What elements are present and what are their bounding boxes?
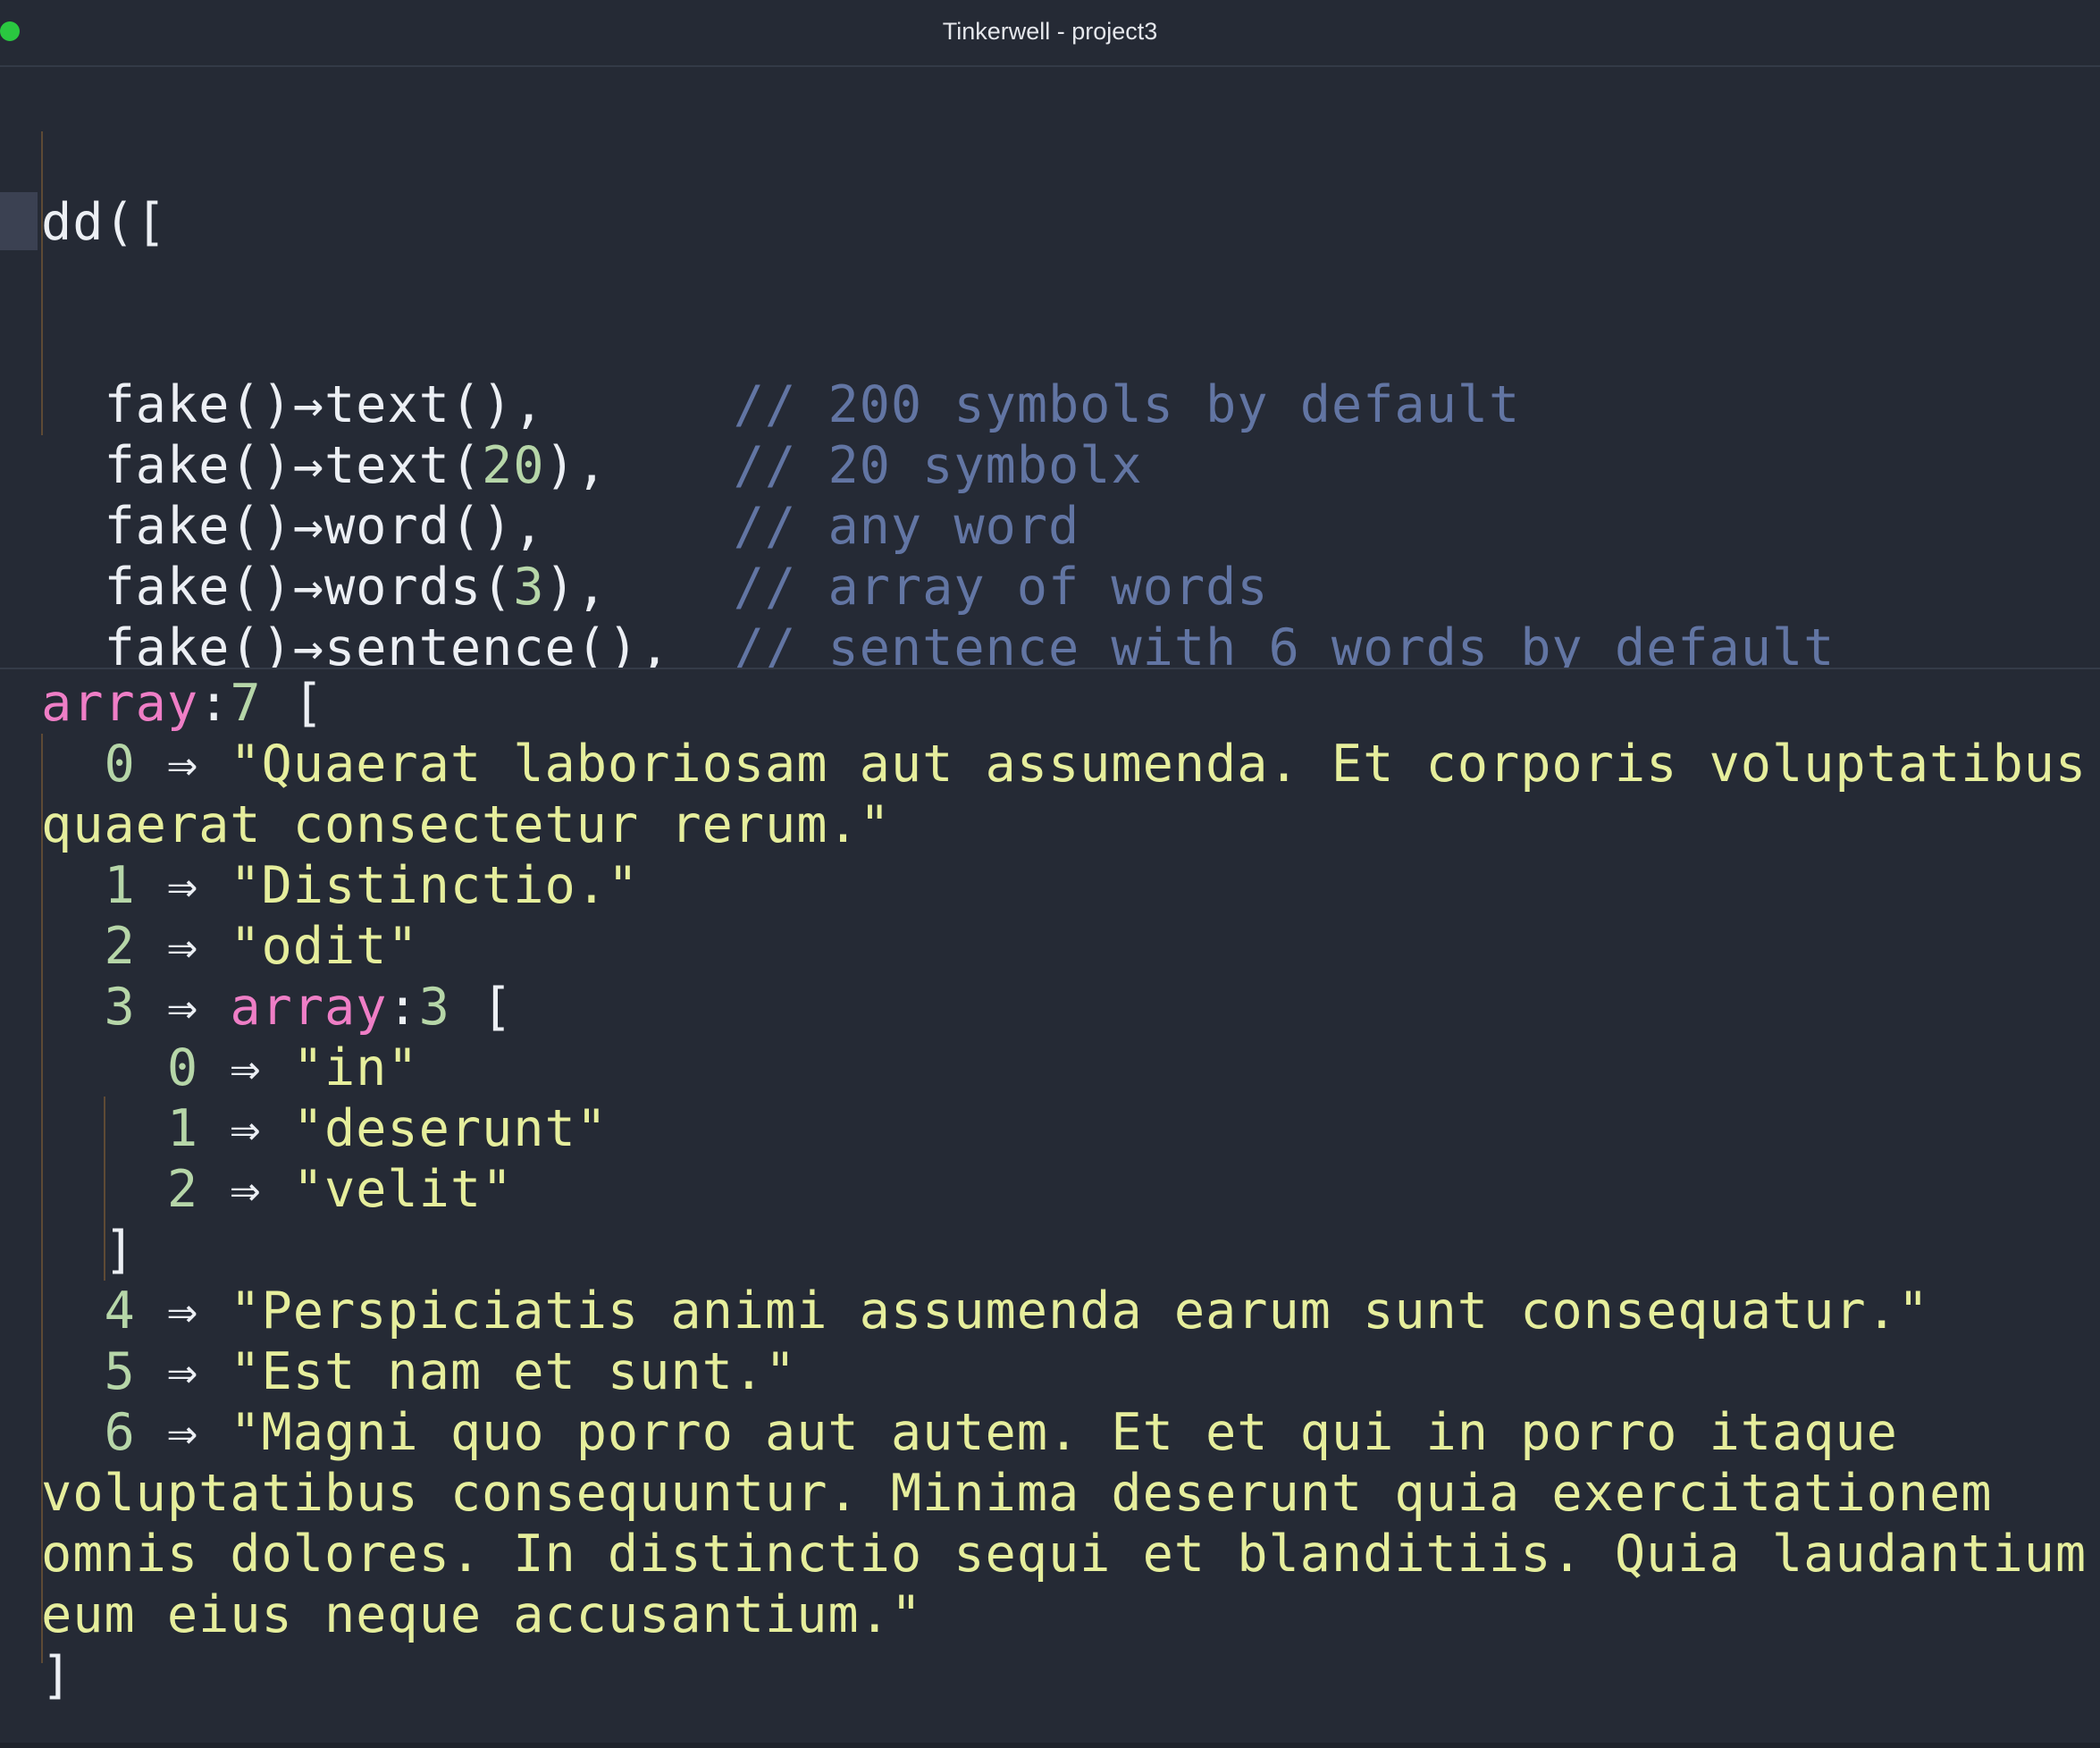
code-comment: // any word <box>733 497 1080 556</box>
arrow: ⇒ <box>135 917 231 976</box>
call-close: ), <box>482 375 734 434</box>
array-index: 2 <box>104 917 136 976</box>
method-call: fake()→text( <box>104 375 483 434</box>
arrow: ⇒ <box>135 1282 231 1340</box>
output-dump: array:7 [ 0 ⇒ "Quaerat laboriosam aut as… <box>41 673 2087 1706</box>
method-call: fake()→words( <box>104 558 514 617</box>
arrow: ⇒ <box>135 1403 231 1462</box>
array-index: 4 <box>104 1282 136 1340</box>
array-index: 1 <box>166 1099 199 1158</box>
editor-code[interactable]: dd([ fake()→text(), // 200 symbols by de… <box>41 71 1992 668</box>
call-close: ), <box>482 497 734 556</box>
code-line: dd([ <box>41 192 1992 253</box>
code-comment: // array of words <box>733 558 1269 617</box>
call-argument: 3 <box>513 558 545 617</box>
array-type: array <box>230 978 388 1037</box>
title-bar: Tinkerwell - project3 <box>0 0 2100 67</box>
dump-line: 6 ⇒ "Magni quo porro aut autem. Et et qu… <box>41 1402 2087 1645</box>
close-bracket: ] <box>41 1221 136 1280</box>
arrow: ⇒ <box>135 735 231 794</box>
array-index: 0 <box>104 735 136 794</box>
code-comment: // 20 symbolx <box>733 436 1143 495</box>
array-index: 2 <box>166 1160 199 1219</box>
string-value: "Magni quo porro aut autem. Et et qui in… <box>41 1403 2087 1644</box>
array-index: 1 <box>104 856 136 915</box>
string-value: "in" <box>292 1038 419 1097</box>
dump-line: 5 ⇒ "Est nam et sunt." <box>41 1341 2087 1402</box>
arrow: ⇒ <box>198 1160 293 1219</box>
dump-line: 0 ⇒ "in" <box>41 1038 2087 1098</box>
code-line: fake()→words(3), // array of words <box>41 557 1992 618</box>
string-value: "velit" <box>292 1160 514 1219</box>
dump-line: 1 ⇒ "Distinctio." <box>41 855 2087 916</box>
dump-line: 1 ⇒ "deserunt" <box>41 1098 2087 1159</box>
array-count: 3 <box>418 978 450 1037</box>
code-line: fake()→sentence(), // sentence with 6 wo… <box>41 618 1992 668</box>
method-call: fake()→word( <box>104 497 483 556</box>
status-bar <box>0 1743 2100 1748</box>
code-line: fake()→text(20), // 20 symbolx <box>41 435 1992 496</box>
method-call: fake()→text( <box>104 436 483 495</box>
dump-line: ] <box>41 1645 2087 1706</box>
array-index: 5 <box>104 1342 136 1401</box>
close-bracket: ] <box>41 1646 73 1705</box>
code-comment: // sentence with 6 words by default <box>733 618 1835 668</box>
colon: : <box>198 674 231 733</box>
call-close: ), <box>607 618 734 668</box>
dump-line: array:7 [ <box>41 673 2087 734</box>
call-close: ), <box>544 558 734 617</box>
arrow: ⇒ <box>135 978 231 1037</box>
dump-line: 0 ⇒ "Quaerat laboriosam aut assumenda. E… <box>41 734 2087 855</box>
arrow: ⇒ <box>135 856 231 915</box>
output-panel: array:7 [ 0 ⇒ "Quaerat laboriosam aut as… <box>0 669 2100 1748</box>
string-value: "Est nam et sunt." <box>230 1342 797 1401</box>
window-title: Tinkerwell - project3 <box>942 18 1158 45</box>
code-editor[interactable]: dd([ fake()→text(), // 200 symbols by de… <box>0 67 2100 668</box>
dump-line: 2 ⇒ "velit" <box>41 1159 2087 1220</box>
code-comment: // 200 symbols by default <box>733 375 1521 434</box>
string-value: "Distinctio." <box>230 856 640 915</box>
string-value: "Quaerat laboriosam aut assumenda. Et co… <box>41 735 2087 854</box>
current-line-highlight <box>0 192 38 250</box>
string-value: "odit" <box>230 917 419 976</box>
method-call: fake()→sentence( <box>104 618 608 668</box>
colon: : <box>387 978 419 1037</box>
dump-line: 3 ⇒ array:3 [ <box>41 977 2087 1038</box>
code-line: fake()→text(), // 200 symbols by default <box>41 374 1992 435</box>
dump-line: 2 ⇒ "odit" <box>41 916 2087 977</box>
string-value: "Perspiciatis animi assumenda earum sunt… <box>230 1282 1930 1340</box>
dump-line: ] <box>41 1220 2087 1281</box>
code-line: fake()→word(), // any word <box>41 496 1992 557</box>
array-type: array <box>41 674 199 733</box>
call-argument: 20 <box>482 436 545 495</box>
array-index: 0 <box>166 1038 199 1097</box>
array-index: 6 <box>104 1403 136 1462</box>
arrow: ⇒ <box>198 1099 293 1158</box>
dump-line: 4 ⇒ "Perspiciatis animi assumenda earum … <box>41 1281 2087 1341</box>
open-bracket: [ <box>261 674 324 733</box>
open-call: dd([ <box>41 193 167 252</box>
array-index: 3 <box>104 978 136 1037</box>
string-value: "deserunt" <box>292 1099 608 1158</box>
open-bracket: [ <box>449 978 514 1037</box>
arrow: ⇒ <box>198 1038 293 1097</box>
arrow: ⇒ <box>135 1342 231 1401</box>
call-close: ), <box>544 436 734 495</box>
array-count: 7 <box>230 674 262 733</box>
